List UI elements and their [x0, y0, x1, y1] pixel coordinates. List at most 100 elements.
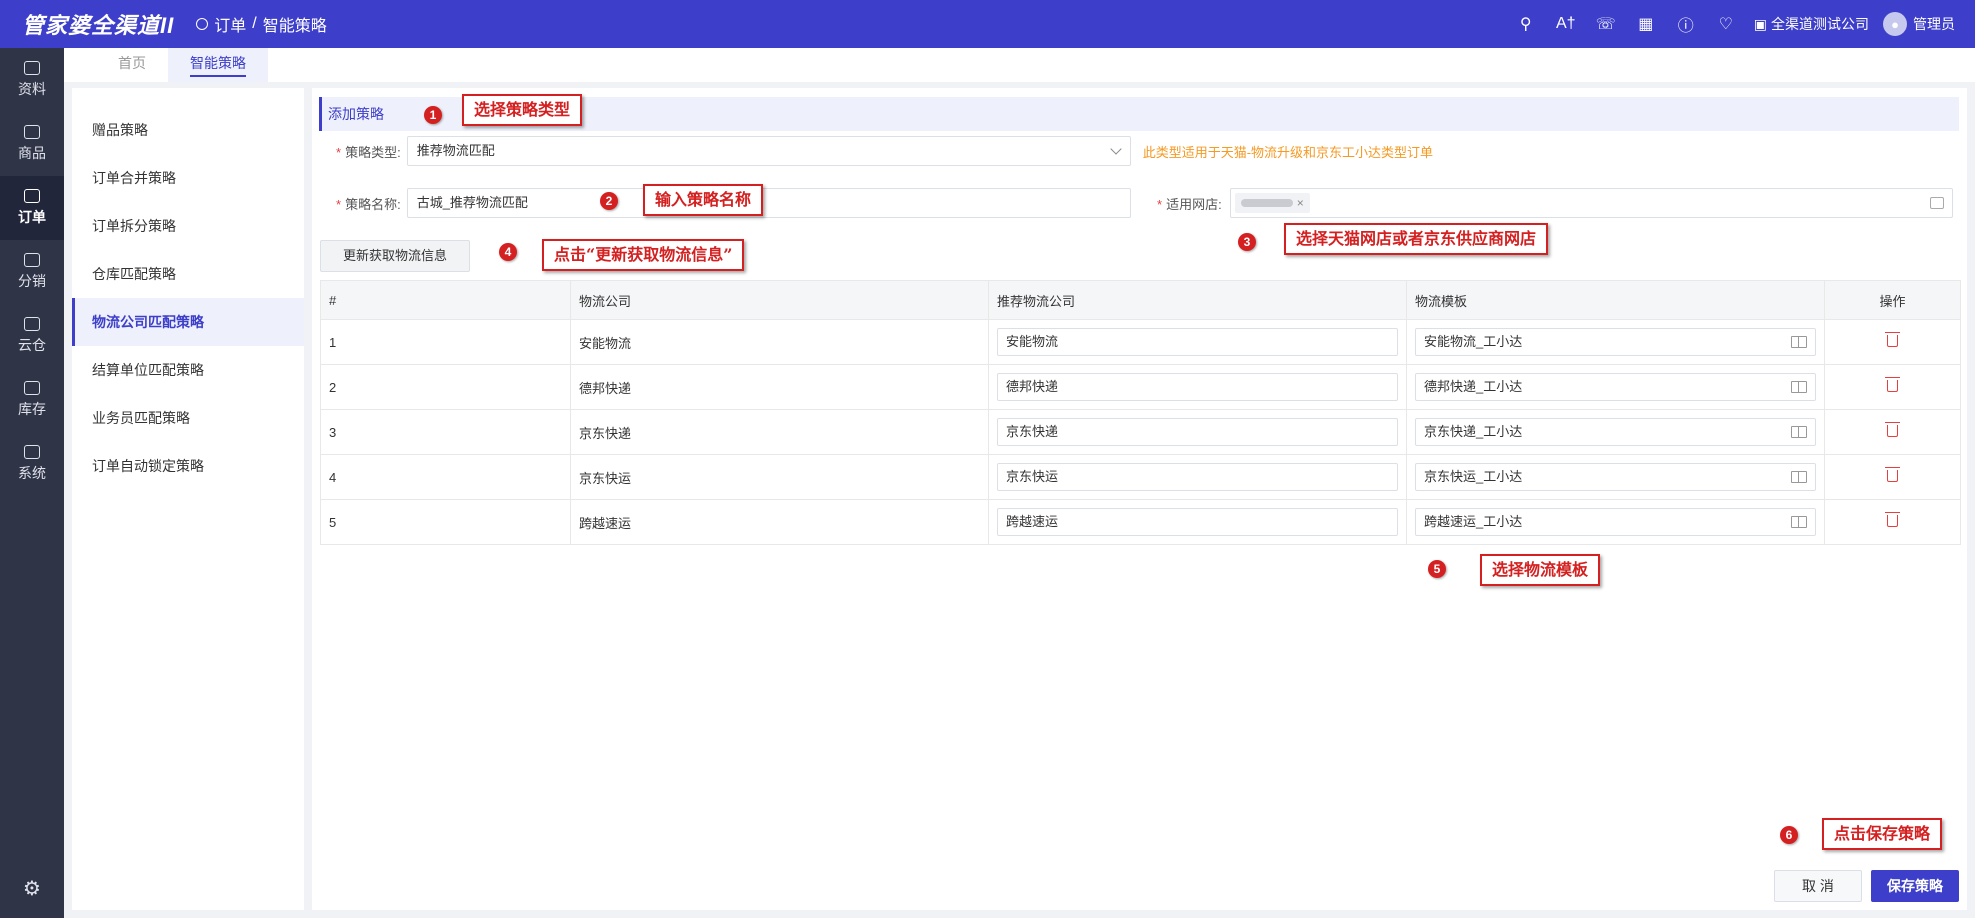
callout-4: 点击“更新获取物流信息”	[542, 239, 745, 271]
ai-icon[interactable]: A†	[1546, 0, 1586, 48]
company-switcher[interactable]: ▣ 全渠道测试公司	[1754, 14, 1869, 34]
template-picker-icon[interactable]	[1791, 516, 1807, 528]
breadcrumb-separator: /	[252, 15, 257, 32]
row-company: 安能物流	[570, 319, 989, 365]
strategy-type-label: * 策略类型:	[336, 144, 401, 160]
delete-icon[interactable]	[1885, 511, 1900, 527]
template-select[interactable]: 京东快运_工小达	[1415, 463, 1816, 491]
delete-icon[interactable]	[1885, 376, 1900, 392]
user-menu[interactable]: ● 管理员	[1883, 12, 1955, 36]
template-select[interactable]: 京东快递_工小达	[1415, 418, 1816, 446]
breadcrumb-order[interactable]: 订单	[214, 12, 246, 36]
template-picker-icon[interactable]	[1791, 426, 1807, 438]
tab-label: 首页	[118, 55, 146, 71]
cancel-button[interactable]: 取 消	[1774, 870, 1862, 902]
shop-tag: ×	[1234, 193, 1310, 213]
table-row: 3 京东快递 京东快递 京东快递_工小达	[320, 409, 1961, 455]
row-index: 3	[320, 409, 571, 455]
nav-label: 系统	[18, 465, 46, 481]
avatar: ●	[1883, 12, 1907, 36]
strategy-item-salesman[interactable]: 业务员匹配策略	[72, 394, 304, 442]
col-company: 物流公司	[570, 280, 989, 320]
nav-item-order[interactable]: 订单	[0, 176, 64, 240]
book-icon[interactable]: ▦	[1626, 0, 1666, 48]
nav-label: 库存	[18, 401, 46, 417]
template-select[interactable]: 安能物流_工小达	[1415, 328, 1816, 356]
strategy-type-row: * 策略类型: 推荐物流匹配 此类型适用于天猫-物流升级和京东工小达类型订单	[336, 136, 1433, 166]
warehouse-icon	[24, 317, 40, 331]
step-marker-1: 1	[424, 106, 442, 124]
nav-item-stock[interactable]: 库存	[0, 368, 64, 432]
strategy-item-logistics[interactable]: 物流公司匹配策略	[72, 298, 304, 346]
table-row: 1 安能物流 安能物流 安能物流_工小达	[320, 319, 1961, 365]
recommended-input[interactable]: 京东快递	[997, 418, 1398, 446]
strategy-item-merge[interactable]: 订单合并策略	[72, 154, 304, 202]
delete-icon[interactable]	[1885, 421, 1900, 437]
shop-picker-icon[interactable]	[1929, 197, 1944, 209]
template-picker-icon[interactable]	[1791, 381, 1807, 393]
template-select[interactable]: 德邦快递_工小达	[1415, 373, 1816, 401]
shop-row: * 适用网店: ×	[1157, 188, 1953, 218]
strategy-type-value: 推荐物流匹配	[416, 143, 495, 158]
help-icon[interactable]: ⓘ	[1666, 0, 1706, 48]
template-select[interactable]: 跨越速运_工小达	[1415, 508, 1816, 536]
strategy-name-value: 古城_推荐物流匹配	[416, 195, 528, 210]
nav-item-goods[interactable]: 商品	[0, 112, 64, 176]
row-index: 4	[320, 454, 571, 500]
monitor-icon	[24, 445, 40, 459]
bell-icon[interactable]: ♡	[1706, 0, 1746, 48]
save-strategy-button[interactable]: 保存策略	[1871, 870, 1959, 902]
search-icon[interactable]: ⚲	[1506, 0, 1546, 48]
nav-item-data[interactable]: 资料	[0, 48, 64, 112]
recommended-input[interactable]: 跨越速运	[997, 508, 1398, 536]
recommended-input[interactable]: 德邦快递	[997, 373, 1398, 401]
col-recommended: 推荐物流公司	[988, 280, 1407, 320]
strategy-item-settlement[interactable]: 结算单位匹配策略	[72, 346, 304, 394]
delete-icon[interactable]	[1885, 331, 1900, 347]
app-logo: 管家婆全渠道II	[22, 13, 175, 38]
nav-label: 商品	[18, 145, 46, 161]
nav-item-system[interactable]: 系统	[0, 432, 64, 496]
table-row: 5 跨越速运 跨越速运 跨越速运_工小达	[320, 499, 1961, 545]
tab-home[interactable]: 首页	[96, 48, 168, 82]
strategy-type-select[interactable]: 推荐物流匹配	[406, 136, 1131, 166]
table-row: 4 京东快运 京东快运 京东快运_工小达	[320, 454, 1961, 500]
chevron-down-icon	[1110, 143, 1122, 155]
nav-label: 分销	[18, 273, 46, 289]
col-index: #	[320, 280, 571, 320]
shop-label: * 适用网店:	[1157, 196, 1222, 212]
col-actions: 操作	[1824, 280, 1961, 320]
shop-tag-close-icon[interactable]: ×	[1297, 189, 1304, 217]
row-index: 1	[320, 319, 571, 365]
callout-6: 点击保存策略	[1822, 818, 1943, 850]
nav-item-distribution[interactable]: 分销	[0, 240, 64, 304]
shop-select[interactable]: ×	[1229, 188, 1953, 218]
callout-5: 选择物流模板	[1480, 554, 1601, 586]
breadcrumb-current: 智能策略	[262, 18, 327, 35]
settings-gear-icon[interactable]: ⚙	[0, 868, 64, 908]
nav-item-cloud-warehouse[interactable]: 云仓	[0, 304, 64, 368]
strategy-name-label: * 策略名称:	[336, 196, 401, 212]
delete-icon[interactable]	[1885, 466, 1900, 482]
strategy-item-gift[interactable]: 赠品策略	[72, 106, 304, 154]
callout-1: 选择策略类型	[462, 94, 583, 126]
strategy-item-autolock[interactable]: 订单自动锁定策略	[72, 442, 304, 490]
stock-icon	[24, 381, 40, 395]
strategy-name-input[interactable]: 古城_推荐物流匹配	[406, 188, 1131, 218]
main-panel: 添加策略 * 策略类型: 推荐物流匹配 此类型适用于天猫-物流升级和京东工小达类型…	[312, 88, 1967, 910]
page-tabs: 首页 智能策略	[64, 48, 1975, 82]
strategy-item-warehouse[interactable]: 仓库匹配策略	[72, 250, 304, 298]
headset-icon[interactable]: ☏	[1586, 0, 1626, 48]
recommended-input[interactable]: 京东快运	[997, 463, 1398, 491]
nav-label: 云仓	[18, 337, 46, 353]
template-picker-icon[interactable]	[1791, 336, 1807, 348]
refresh-logistics-button[interactable]: 更新获取物流信息	[320, 240, 470, 272]
tab-smart-strategy[interactable]: 智能策略	[168, 48, 268, 82]
strategy-item-split[interactable]: 订单拆分策略	[72, 202, 304, 250]
order-icon	[24, 189, 40, 203]
template-picker-icon[interactable]	[1791, 471, 1807, 483]
step-marker-4: 4	[499, 243, 517, 261]
table-row: 2 德邦快递 德邦快递 德邦快递_工小达	[320, 364, 1961, 410]
recommended-input[interactable]: 安能物流	[997, 328, 1398, 356]
row-company: 京东快递	[570, 409, 989, 455]
